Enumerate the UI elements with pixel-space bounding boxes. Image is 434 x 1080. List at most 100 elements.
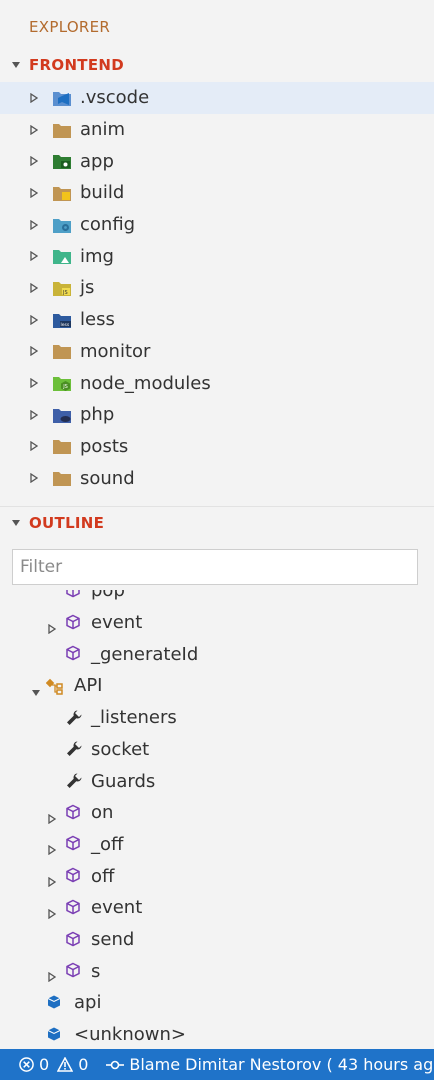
outline-item[interactable]: event xyxy=(0,892,434,924)
outline-item-label: pop xyxy=(91,590,125,602)
img-folder-icon xyxy=(52,247,72,265)
chevron-right-icon[interactable] xyxy=(30,282,38,293)
outline-item-label: api xyxy=(74,992,102,1014)
folder-item[interactable]: anim xyxy=(0,114,434,146)
method-icon xyxy=(65,645,83,663)
folder-item[interactable]: posts xyxy=(0,431,434,463)
chevron-right-icon[interactable] xyxy=(30,409,38,420)
folder-icon xyxy=(52,342,72,360)
chevron-right-icon[interactable] xyxy=(30,314,38,325)
git-blame-status[interactable]: Blame Dimitar Nestorov ( 43 hours ago ) xyxy=(106,1055,434,1074)
svg-text:JS: JS xyxy=(62,384,68,390)
folder-label: js xyxy=(80,277,95,299)
outline-item[interactable]: on xyxy=(0,797,434,829)
wrench-icon xyxy=(65,709,83,727)
build-folder-icon xyxy=(52,184,72,202)
chevron-right-icon[interactable] xyxy=(48,871,57,888)
php-folder-icon xyxy=(52,406,72,424)
chevron-right-icon[interactable] xyxy=(30,441,38,452)
error-count: 0 xyxy=(39,1055,50,1074)
method-icon xyxy=(65,590,83,600)
chevron-right-icon[interactable] xyxy=(30,187,38,198)
outline-item-label: API xyxy=(74,675,103,697)
chevron-right-icon[interactable] xyxy=(30,251,38,262)
variable-icon xyxy=(46,994,64,1012)
config-folder-icon xyxy=(52,216,72,234)
folder-item[interactable]: build xyxy=(0,177,434,209)
folder-label: less xyxy=(80,309,115,331)
outline-item-label: Guards xyxy=(91,770,156,792)
chevron-right-icon[interactable] xyxy=(30,124,38,135)
method-icon xyxy=(65,867,83,885)
outline-section-header[interactable]: OUTLINE xyxy=(0,506,434,538)
warning-count: 0 xyxy=(78,1055,89,1074)
outline-item[interactable]: send xyxy=(0,924,434,956)
folder-icon xyxy=(52,501,72,502)
chevron-right-icon[interactable] xyxy=(30,346,38,357)
outline-item-label: off xyxy=(91,865,115,887)
outline-item[interactable]: <unknown> xyxy=(0,1019,434,1050)
folder-item[interactable]: monitor xyxy=(0,336,434,368)
folder-label: build xyxy=(80,182,125,204)
outline-item[interactable]: api xyxy=(0,987,434,1019)
chevron-down-icon xyxy=(11,60,21,70)
outline-item[interactable]: off xyxy=(0,860,434,892)
chevron-down-icon xyxy=(11,518,21,528)
folder-item[interactable]: .vscode xyxy=(0,82,434,114)
folder-icon xyxy=(52,121,72,139)
folder-item[interactable]: JS node_modules xyxy=(0,367,434,399)
chevron-right-icon[interactable] xyxy=(30,219,38,230)
method-icon xyxy=(65,835,83,853)
outline-item-label: <unknown> xyxy=(74,1024,186,1046)
outline-item[interactable]: s xyxy=(0,955,434,987)
outline-item-label: send xyxy=(91,929,135,951)
chevron-right-icon[interactable] xyxy=(30,473,38,484)
folder-item[interactable]: app xyxy=(0,145,434,177)
folder-item[interactable] xyxy=(0,494,434,502)
chevron-right-icon[interactable] xyxy=(48,839,57,856)
chevron-right-icon[interactable] xyxy=(30,378,38,389)
method-icon xyxy=(65,931,83,949)
folder-label: php xyxy=(80,404,115,426)
git-blame-text: Blame Dimitar Nestorov ( 43 hours ago ) xyxy=(129,1055,434,1074)
outline-item[interactable]: API xyxy=(0,670,434,702)
chevron-right-icon[interactable] xyxy=(48,808,57,824)
chevron-right-icon[interactable] xyxy=(48,618,57,634)
outline-item[interactable]: Guards xyxy=(0,765,434,797)
outline-item[interactable]: _off xyxy=(0,829,434,861)
folder-item[interactable]: img xyxy=(0,240,434,272)
frontend-section-header[interactable]: FRONTEND xyxy=(0,49,434,81)
method-icon xyxy=(65,899,83,917)
chevron-right-icon[interactable] xyxy=(48,903,57,920)
outline-item[interactable]: pop xyxy=(0,590,434,607)
svg-text:JS: JS xyxy=(62,290,68,296)
folder-item[interactable]: php xyxy=(0,399,434,431)
chevron-right-icon[interactable] xyxy=(30,156,38,167)
folder-icon xyxy=(52,469,72,487)
outline-item[interactable]: _generateId xyxy=(0,638,434,670)
folder-label: sound xyxy=(80,467,135,489)
wrench-icon xyxy=(65,772,83,790)
status-bar: 0 0 Blame Dimitar Nestorov ( 43 hours ag… xyxy=(0,1049,434,1080)
outline-item-label: event xyxy=(91,612,143,634)
outline-filter-input[interactable] xyxy=(12,549,418,585)
outline-item[interactable]: event xyxy=(0,607,434,639)
folder-item[interactable]: sound xyxy=(0,462,434,494)
chevron-right-icon[interactable] xyxy=(48,966,57,983)
folder-item[interactable]: JS js xyxy=(0,272,434,304)
folder-label: config xyxy=(80,214,136,236)
folder-label: .vscode xyxy=(80,87,150,109)
problems-indicator[interactable]: 0 0 xyxy=(19,1055,88,1074)
folder-item[interactable]: less less xyxy=(0,304,434,336)
chevron-right-icon[interactable] xyxy=(30,92,38,103)
outline-item[interactable]: _listeners xyxy=(0,702,434,734)
folder-item[interactable]: config xyxy=(0,209,434,241)
error-icon xyxy=(19,1057,34,1072)
warning-icon xyxy=(57,1057,74,1072)
folder-label: monitor xyxy=(80,340,151,362)
folder-label: posts xyxy=(80,435,129,457)
chevron-down-icon[interactable] xyxy=(31,681,40,696)
outline-item[interactable]: socket xyxy=(0,734,434,766)
outline-item-label: event xyxy=(91,897,143,919)
variable-icon xyxy=(46,1026,64,1044)
